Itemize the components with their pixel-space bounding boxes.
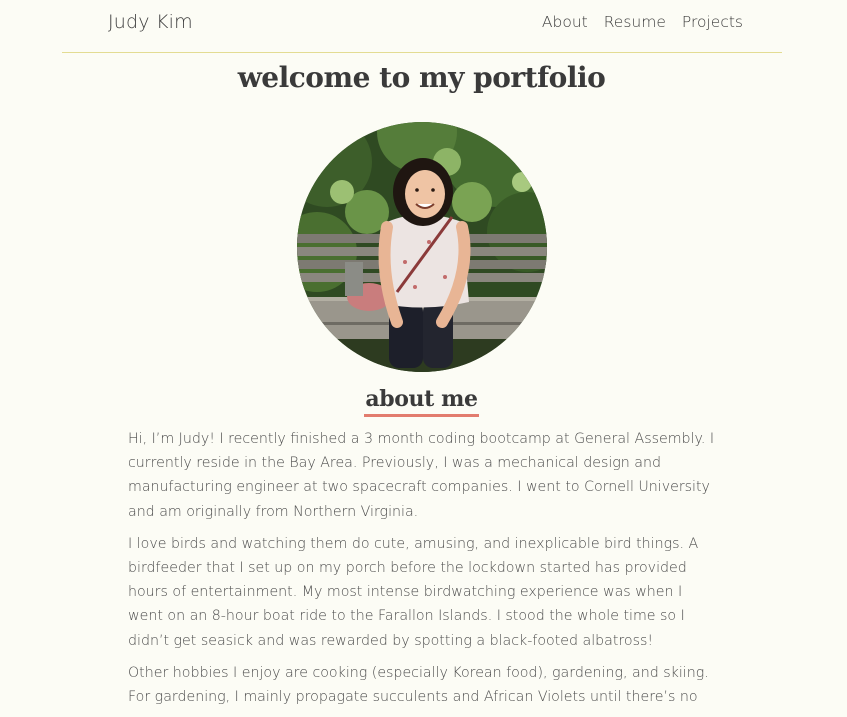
profile-photo bbox=[297, 122, 547, 372]
about-paragraph-1: Hi, I’m Judy! I recently finished a 3 mo… bbox=[128, 431, 715, 520]
nav-link-projects[interactable]: Projects bbox=[682, 13, 743, 31]
nav-link-resume[interactable]: Resume bbox=[604, 13, 666, 31]
nav-links: About Resume Projects bbox=[542, 13, 743, 31]
page-title: welcome to my portfolio bbox=[237, 61, 606, 94]
navbar: Judy Kim About Resume Projects bbox=[62, 0, 782, 53]
about-paragraph-3: Other hobbies I enjoy are cooking (espec… bbox=[128, 664, 709, 706]
about-heading: about me bbox=[364, 384, 479, 417]
profile-photo-illustration bbox=[297, 122, 547, 372]
brand-link[interactable]: Judy Kim bbox=[108, 11, 193, 33]
about-paragraph-2: I love birds and watching them do cute, … bbox=[128, 535, 699, 649]
nav-link-about[interactable]: About bbox=[542, 13, 588, 31]
about-heading-wrapper: about me bbox=[0, 384, 843, 417]
about-content: Hi, I’m Judy! I recently finished a 3 mo… bbox=[128, 427, 718, 717]
